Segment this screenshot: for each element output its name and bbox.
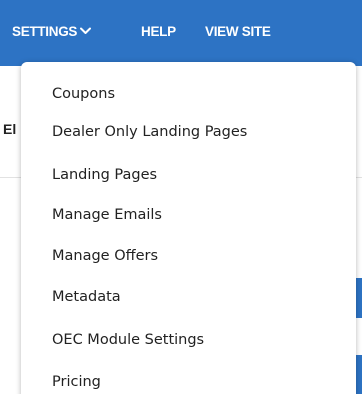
- view-site-link[interactable]: VIEW SITE: [205, 24, 271, 40]
- partial-page-heading: El: [3, 121, 17, 137]
- menu-item-manage-offers[interactable]: Manage Offers: [52, 247, 158, 265]
- settings-menu-button[interactable]: SETTINGS: [12, 24, 92, 40]
- help-link[interactable]: HELP: [141, 24, 176, 40]
- menu-item-manage-emails[interactable]: Manage Emails: [52, 206, 162, 224]
- partial-blue-panel: [356, 355, 362, 394]
- settings-dropdown-menu: Coupons Dealer Only Landing Pages Landin…: [21, 62, 356, 394]
- menu-item-pricing[interactable]: Pricing: [52, 373, 101, 391]
- top-navigation-bar: SETTINGS HELP VIEW SITE: [0, 0, 362, 66]
- settings-label: SETTINGS: [12, 24, 78, 39]
- menu-item-landing-pages[interactable]: Landing Pages: [52, 166, 157, 184]
- chevron-down-icon: [80, 27, 92, 35]
- menu-item-metadata[interactable]: Metadata: [52, 288, 121, 306]
- partial-blue-panel: [356, 278, 362, 318]
- menu-item-coupons[interactable]: Coupons: [52, 85, 115, 103]
- page: SETTINGS HELP VIEW SITE El Coupons Deale…: [0, 0, 362, 394]
- menu-item-oec-module-settings[interactable]: OEC Module Settings: [52, 331, 204, 349]
- menu-item-dealer-only-landing-pages[interactable]: Dealer Only Landing Pages: [52, 123, 247, 141]
